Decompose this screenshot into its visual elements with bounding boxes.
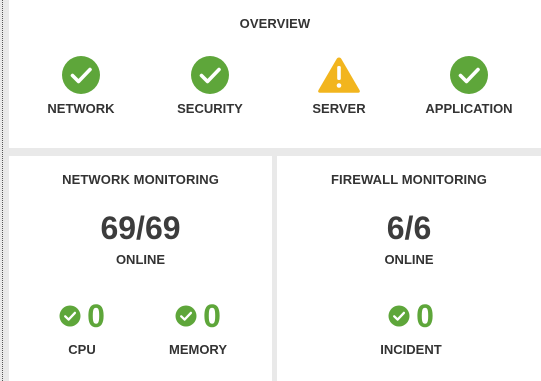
firewall-monitoring-panel: FIREWALL MONITORING 6/6 ONLINE 0 INCIDEN…	[277, 156, 541, 381]
metric-memory[interactable]: 0 MEMORY	[143, 299, 253, 357]
network-monitoring-panel: NETWORK MONITORING 69/69 ONLINE 0 CPU 0 …	[9, 156, 272, 381]
overview-title: OVERVIEW	[239, 16, 311, 31]
left-dotted-border	[2, 0, 3, 381]
metric-incident[interactable]: 0 INCIDENT	[356, 299, 466, 357]
check-circle-icon	[388, 305, 410, 327]
network-online-label: ONLINE	[115, 252, 166, 267]
cpu-value: 0	[87, 298, 105, 334]
overview-item-application[interactable]: APPLICATION	[409, 55, 529, 116]
memory-value: 0	[203, 298, 221, 334]
check-circle-icon	[450, 56, 488, 94]
overview-item-label: SECURITY	[177, 101, 243, 116]
warning-triangle-icon	[318, 57, 360, 93]
network-online-count[interactable]: 69/69	[9, 210, 272, 247]
check-circle-icon	[59, 305, 81, 327]
cpu-label: CPU	[68, 342, 96, 357]
overview-item-label: APPLICATION	[425, 101, 513, 116]
check-circle-icon	[191, 56, 229, 94]
overview-item-security[interactable]: SECURITY	[150, 55, 270, 116]
metric-cpu[interactable]: 0 CPU	[27, 299, 137, 357]
firewall-monitoring-title: FIREWALL MONITORING	[331, 172, 487, 187]
network-monitoring-title: NETWORK MONITORING	[62, 172, 219, 187]
memory-label: MEMORY	[168, 342, 228, 357]
incident-label: INCIDENT	[380, 342, 442, 357]
overview-item-label: SERVER	[312, 101, 366, 116]
check-circle-icon	[175, 305, 197, 327]
firewall-online-label: ONLINE	[384, 252, 434, 267]
overview-item-server[interactable]: SERVER	[279, 55, 399, 116]
incident-value: 0	[416, 298, 434, 334]
overview-panel: OVERVIEW NETWORK SECURITY SERVER APPLICA…	[9, 0, 541, 148]
overview-item-label: NETWORK	[47, 101, 115, 116]
check-circle-icon	[62, 56, 100, 94]
overview-item-network[interactable]: NETWORK	[21, 55, 141, 116]
firewall-online-count[interactable]: 6/6	[277, 210, 541, 247]
